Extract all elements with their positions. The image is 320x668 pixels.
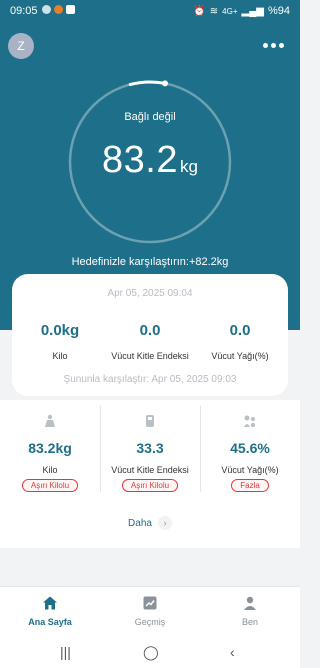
comparison-weight: 0.0kg Kilo xyxy=(14,322,106,361)
back-icon[interactable]: ‹ xyxy=(230,644,235,660)
comparison-value: 0.0 xyxy=(139,322,161,339)
gauge-progress xyxy=(128,80,167,86)
bottom-nav: Ana Sayfa Geçmiş Ben xyxy=(0,586,300,636)
signal-icon: ▂▄▆ xyxy=(241,5,264,17)
body-fat-icon xyxy=(244,415,256,428)
weight-readout: 83.2 kg xyxy=(0,139,300,182)
history-chart-icon xyxy=(143,596,157,610)
alarm-icon: ⏰ xyxy=(193,5,206,17)
home-icon xyxy=(43,596,57,610)
comparison-date: Apr 05, 2025 09:04 xyxy=(107,288,193,299)
profile-icon xyxy=(244,596,256,610)
scale-icon xyxy=(45,414,55,427)
metric-label: Vücut Yağı(%) xyxy=(221,465,279,475)
connection-status: Bağlı değil xyxy=(124,111,176,123)
metric-label: Kilo xyxy=(42,465,58,475)
more-button[interactable]: Daha › xyxy=(0,516,300,530)
status-bar: 09:05 ⏰ ≋ 4G+ ▂▄▆ %94 xyxy=(0,0,300,24)
bmi-icon xyxy=(146,415,154,427)
weight-unit: kg xyxy=(180,157,198,176)
nav-label: Geçmiş xyxy=(134,617,166,627)
comparison-label: Vücut Yağı(%) xyxy=(211,351,269,361)
system-nav-bar: ||| ◯ ‹ xyxy=(0,636,300,668)
more-label: Daha xyxy=(128,518,152,529)
notification-moon-icon xyxy=(42,5,51,14)
notification-app-icon xyxy=(54,5,63,14)
nav-item-profile[interactable]: Ben xyxy=(200,595,300,627)
metric-bmi[interactable]: 33.3 Vücut Kitle Endeksi Aşırı Kilolu xyxy=(100,400,200,498)
target-comparison: Hedefinizle karşılaştırın:+82.2kg xyxy=(71,256,229,268)
nav-label: Ana Sayfa xyxy=(28,617,72,627)
nav-item-history[interactable]: Geçmiş xyxy=(100,595,200,627)
status-right: ⏰ ≋ 4G+ ▂▄▆ %94 xyxy=(193,5,290,17)
metric-label: Vücut Kitle Endeksi xyxy=(111,465,189,475)
wifi-icon: ≋ xyxy=(209,5,219,17)
nav-item-home[interactable]: Ana Sayfa xyxy=(0,595,100,627)
weight-value: 83.2 xyxy=(102,139,178,181)
avatar[interactable]: Z xyxy=(8,33,34,59)
network-type: 4G+ xyxy=(222,6,238,16)
notification-icons xyxy=(42,5,75,14)
comparison-label: Kilo xyxy=(52,351,68,361)
comparison-value: 0.0kg xyxy=(40,322,80,339)
metric-value: 33.3 xyxy=(136,440,164,456)
metric-value: 45.6% xyxy=(230,440,270,456)
comparison-bmi: 0.0 Vücut Kitle Endeksi xyxy=(104,322,196,361)
comparison-body-fat: 0.0 Vücut Yağı(%) xyxy=(194,322,286,361)
notification-check-icon xyxy=(66,5,75,14)
metric-weight[interactable]: 83.2kg Kilo Aşırı Kilolu xyxy=(0,400,100,498)
metrics-section: 83.2kg Kilo Aşırı Kilolu 33.3 Vücut Kitl… xyxy=(0,400,300,548)
chevron-right-icon: › xyxy=(157,516,172,530)
status-badge: Aşırı Kilolu xyxy=(21,479,79,492)
status-badge: Aşırı Kilolu xyxy=(121,479,179,492)
comparison-card[interactable]: Apr 05, 2025 09:04 0.0kg Kilo 0.0 Vücut … xyxy=(12,274,288,396)
nav-label: Ben xyxy=(241,617,258,627)
avatar-letter: Z xyxy=(17,39,25,53)
more-options-icon[interactable] xyxy=(263,43,284,48)
status-badge: Fazla xyxy=(231,479,269,492)
home-circle-icon[interactable]: ◯ xyxy=(143,644,159,661)
status-time: 09:05 xyxy=(10,5,38,17)
metric-body-fat[interactable]: 45.6% Vücut Yağı(%) Fazla xyxy=(200,400,300,498)
recent-apps-icon[interactable]: ||| xyxy=(60,644,71,660)
gauge-knob xyxy=(161,80,168,87)
compared-with: Şununla karşılaştır: Apr 05, 2025 09:03 xyxy=(63,374,237,385)
metric-value: 83.2kg xyxy=(28,440,72,456)
battery-level: %94 xyxy=(267,5,290,17)
comparison-label: Vücut Kitle Endeksi xyxy=(111,351,189,361)
comparison-value: 0.0 xyxy=(229,322,251,339)
